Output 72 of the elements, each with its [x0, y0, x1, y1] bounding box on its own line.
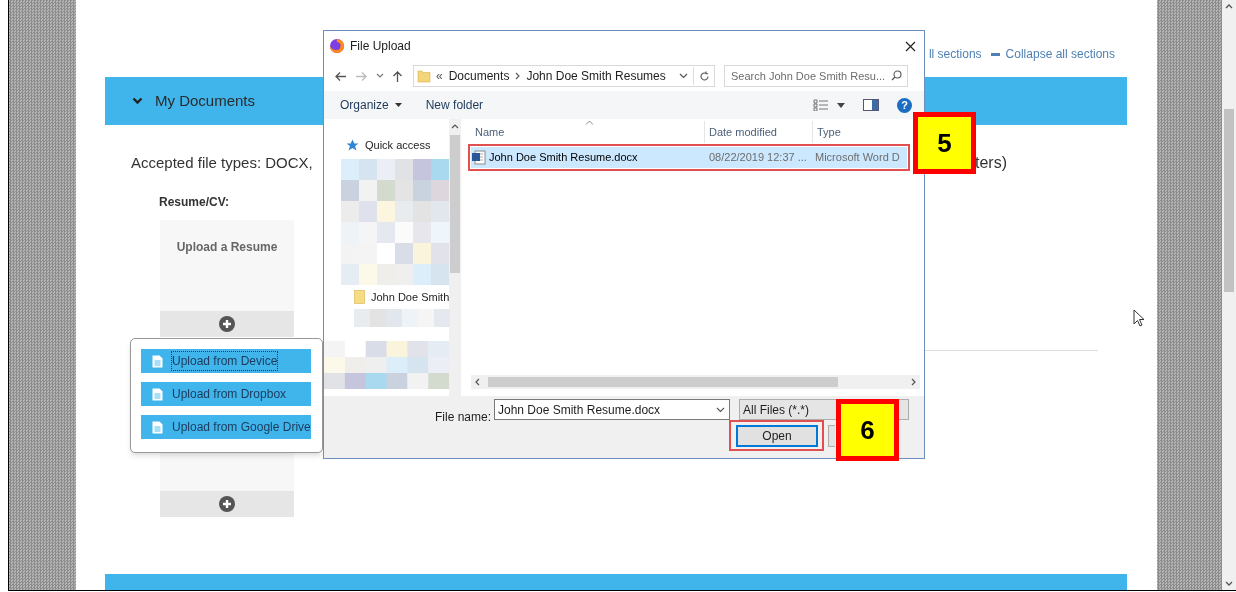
file-name-field[interactable]: John Doe Smith Resume.docx — [494, 399, 730, 420]
scrollbar-thumb[interactable] — [488, 377, 838, 387]
chevron-down-icon[interactable] — [132, 97, 143, 105]
scroll-down-icon[interactable] — [1225, 581, 1233, 587]
scroll-right-icon[interactable] — [911, 378, 917, 386]
file-name-label: File name: — [434, 409, 491, 426]
mouse-pointer-icon — [1133, 309, 1145, 327]
chevron-right-icon — [515, 72, 521, 80]
scrollbar[interactable] — [471, 375, 920, 389]
dialog-title: File Upload — [350, 38, 411, 55]
menu-item[interactable]: Upload from Google Drive — [141, 415, 311, 439]
chevron-down-icon[interactable] — [679, 73, 688, 79]
menu-item[interactable]: Upload from Dropbox — [141, 382, 311, 406]
address-bar[interactable]: « Documents John Doe Smith Resumes — [413, 65, 715, 87]
accepted-file-types-text: Accepted file types: DOCX, — [131, 153, 313, 173]
step-number-callout: 6 — [836, 399, 899, 461]
search-icon — [891, 70, 902, 81]
file-date: 08/22/2019 12:37 ... — [708, 150, 808, 166]
close-icon[interactable] — [905, 40, 916, 52]
column-header[interactable]: Name — [471, 121, 705, 143]
breadcrumb-item[interactable]: Documents — [448, 67, 510, 85]
scrollbar[interactable] — [449, 119, 461, 396]
toolbar-button[interactable]: New folder — [425, 96, 484, 114]
open-button[interactable]: Open — [736, 425, 818, 447]
document-icon — [152, 354, 163, 368]
section-title: My Documents — [155, 90, 256, 111]
column-header[interactable]: Type — [813, 121, 915, 143]
scrollbar-thumb[interactable] — [1224, 108, 1234, 292]
breadcrumb-overflow[interactable]: « — [436, 67, 443, 85]
section-link[interactable]: ll sections — [928, 45, 982, 63]
scroll-up-icon[interactable] — [1225, 3, 1233, 9]
breadcrumb-item[interactable]: John Doe Smith Resumes — [526, 67, 666, 85]
upload-card-title: Upload a Resume — [176, 239, 278, 256]
chevron-down-icon[interactable] — [376, 73, 384, 79]
scrollbar[interactable] — [1222, 0, 1236, 590]
accepted-file-types-text: ters) — [975, 153, 1007, 173]
caret-icon[interactable] — [837, 102, 845, 108]
scrollbar-thumb[interactable] — [450, 135, 460, 273]
caret-icon — [394, 103, 402, 107]
add-bar[interactable] — [160, 491, 294, 517]
nav-item[interactable]: Quick access — [365, 137, 431, 154]
menu-item[interactable]: Upload from Device — [141, 349, 311, 373]
up-arrow-icon[interactable] — [392, 69, 403, 83]
column-header[interactable]: Date modified — [705, 121, 813, 143]
preview-pane-icon[interactable] — [863, 99, 879, 111]
back-arrow-icon[interactable] — [334, 70, 347, 82]
scroll-up-icon[interactable] — [451, 123, 459, 129]
browser-logo-icon — [330, 39, 344, 53]
view-list-icon[interactable] — [813, 99, 829, 111]
folder-icon — [417, 69, 431, 83]
folder-icon — [354, 290, 365, 305]
star-icon — [346, 138, 359, 152]
add-bar[interactable] — [160, 311, 294, 337]
document-icon — [152, 387, 163, 401]
toolbar-button[interactable]: Organize — [340, 96, 402, 114]
scroll-left-icon[interactable] — [474, 378, 480, 386]
resume-label: Resume/CV: — [159, 194, 230, 211]
search-field[interactable]: Search John Doe Smith Resu... — [724, 65, 908, 87]
file-type: Microsoft Word D — [814, 150, 900, 166]
file-name: John Doe Smith Resume.docx — [489, 150, 638, 166]
section-link[interactable]: Collapse all sections — [1005, 45, 1115, 63]
file-row[interactable]: John Doe Smith Resume.docx 08/22/2019 12:37 ... Microsoft Word D — [471, 147, 907, 168]
document-icon — [471, 150, 486, 165]
nav-item[interactable]: John Doe Smith — [371, 289, 450, 306]
plus-icon — [219, 496, 235, 512]
chevron-down-icon[interactable] — [716, 407, 725, 413]
refresh-icon[interactable] — [699, 70, 710, 82]
plus-icon — [219, 316, 235, 332]
step-number-callout: 5 — [913, 112, 976, 174]
minus-icon — [990, 52, 1000, 56]
document-icon — [152, 420, 163, 434]
help-button[interactable]: ? — [897, 97, 912, 113]
